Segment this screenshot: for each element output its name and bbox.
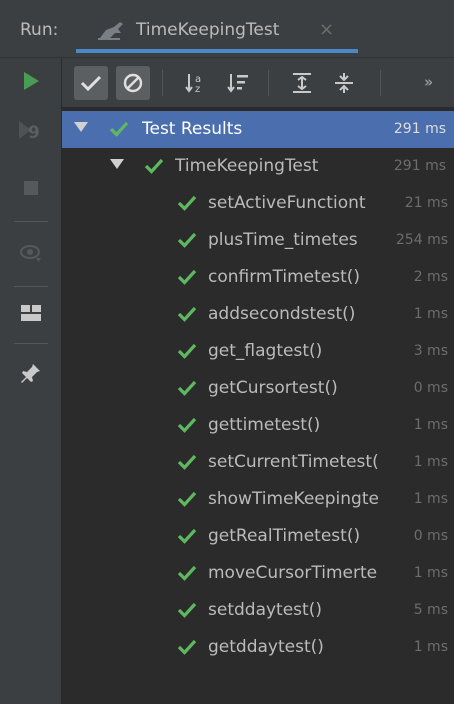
tree-row-test[interactable]: get_flagtest() 3 ms <box>62 333 454 370</box>
run-label: Run: <box>20 20 59 40</box>
duration-label: 2 ms <box>413 269 448 285</box>
tree-row-test[interactable]: setCurrentTimetest( 1 ms <box>62 444 454 481</box>
test-name-label: getRealTimetest() <box>208 526 361 546</box>
duration-label: 1 ms <box>413 417 448 433</box>
svg-text:9: 9 <box>28 123 40 143</box>
duration-label: 5 ms <box>413 602 448 618</box>
run-tool-window-header: Run: TimeKeepingTest × <box>0 0 454 58</box>
duration-label: 1 ms <box>413 565 448 581</box>
test-results-tree: Test Results 291 ms TimeKeepingTest 291 … <box>62 108 454 704</box>
test-name-label: showTimeKeepingte <box>208 489 379 509</box>
passed-check-icon <box>177 343 197 359</box>
passed-check-icon <box>177 565 197 581</box>
passed-check-icon <box>177 269 197 285</box>
sidebar-divider <box>14 286 48 287</box>
duration-label: 1 ms <box>413 639 448 655</box>
duration-label: 21 ms <box>404 195 448 211</box>
run-actions-sidebar: 9 <box>0 58 62 704</box>
show-passed-button[interactable] <box>74 66 108 100</box>
duration-label: 254 ms <box>395 232 448 248</box>
tab-timekeepingtest[interactable]: TimeKeepingTest × <box>76 8 358 56</box>
toolbar-divider <box>380 70 381 96</box>
test-name-label: getCursortest() <box>208 378 338 398</box>
passed-check-icon <box>109 121 129 137</box>
sort-by-duration-icon <box>227 74 248 93</box>
test-name-label: setCurrentTimetest( <box>208 452 379 472</box>
tree-row-suite[interactable]: TimeKeepingTest 291 ms <box>62 148 454 185</box>
tree-row-test[interactable]: gettimetest() 1 ms <box>62 407 454 444</box>
passed-check-icon <box>177 528 197 544</box>
show-ignored-icon <box>123 73 143 93</box>
tree-row-test[interactable]: getCursortest() 0 ms <box>62 370 454 407</box>
pin-icon[interactable] <box>16 358 46 388</box>
toolbar-divider <box>162 70 163 96</box>
passed-check-icon <box>177 491 197 507</box>
tab-active-indicator <box>76 49 358 53</box>
sidebar-divider <box>14 343 48 344</box>
sort-alphabetically-button[interactable]: a z <box>179 66 213 100</box>
test-name-label: addsecondstest() <box>208 304 356 324</box>
collapse-all-button[interactable] <box>327 66 361 100</box>
test-runner-icon <box>98 22 123 40</box>
passed-check-icon <box>177 454 197 470</box>
passed-check-icon <box>177 639 197 655</box>
tree-row-test[interactable]: moveCursorTimerte 1 ms <box>62 555 454 592</box>
close-icon[interactable]: × <box>319 19 334 40</box>
sort-alphabetically-icon: a z <box>185 74 201 95</box>
test-name-label: getddaytest() <box>208 637 324 657</box>
duration-label: 291 ms <box>393 121 446 137</box>
test-name-label: setddaytest() <box>208 600 322 620</box>
passed-check-icon <box>177 602 197 618</box>
tree-row-test[interactable]: plusTime_timetes 254 ms <box>62 222 454 259</box>
duration-label: 1 ms <box>413 491 448 507</box>
passed-check-icon <box>177 306 197 322</box>
duration-label: 1 ms <box>413 454 448 470</box>
stop-icon[interactable] <box>16 173 46 203</box>
sort-by-duration-button[interactable] <box>221 66 255 100</box>
test-name-label: plusTime_timetes <box>208 230 358 250</box>
collapse-arrow-icon[interactable] <box>110 159 124 169</box>
tree-row-test[interactable]: addsecondstest() 1 ms <box>62 296 454 333</box>
rerun-failed-icon[interactable]: 9 <box>16 115 46 145</box>
show-passed-icon <box>80 75 102 92</box>
test-name-label: get_flagtest() <box>208 341 323 361</box>
tree-row-label: Test Results <box>142 119 243 139</box>
tree-row-test[interactable]: showTimeKeepingte 1 ms <box>62 481 454 518</box>
toolbar-divider <box>268 70 269 96</box>
duration-label: 1 ms <box>413 306 448 322</box>
test-name-label: gettimetest() <box>208 415 321 435</box>
passed-check-icon <box>144 158 164 174</box>
svg-text:z: z <box>195 84 200 95</box>
tree-row-test[interactable]: confirmTimetest() 2 ms <box>62 259 454 296</box>
tree-row-test[interactable]: getddaytest() 1 ms <box>62 629 454 666</box>
duration-label: 0 ms <box>413 380 448 396</box>
test-name-label: setActiveFunctiont <box>208 193 366 213</box>
tree-row-test[interactable]: setActiveFunctiont 21 ms <box>62 185 454 222</box>
duration-label: 291 ms <box>393 158 446 174</box>
test-name-label: confirmTimetest() <box>208 267 360 287</box>
collapse-arrow-icon[interactable] <box>74 122 88 132</box>
passed-check-icon <box>177 417 197 433</box>
expand-all-button[interactable] <box>285 66 319 100</box>
toggle-autotest-icon[interactable] <box>16 238 46 268</box>
duration-label: 0 ms <box>413 528 448 544</box>
tree-row-label: TimeKeepingTest <box>175 156 319 176</box>
duration-label: 3 ms <box>413 343 448 359</box>
tree-row-test[interactable]: setddaytest() 5 ms <box>62 592 454 629</box>
tree-row-test-results[interactable]: Test Results 291 ms <box>62 111 454 148</box>
test-toolbar: a z » <box>62 58 454 108</box>
sidebar-divider <box>14 221 48 222</box>
expand-all-icon <box>293 73 311 93</box>
show-ignored-button[interactable] <box>116 66 150 100</box>
passed-check-icon <box>177 380 197 396</box>
test-name-label: moveCursorTimerte <box>208 563 378 583</box>
passed-check-icon <box>177 195 197 211</box>
rerun-icon[interactable] <box>16 66 46 96</box>
collapse-all-icon <box>335 73 353 93</box>
tree-row-test[interactable]: getRealTimetest() 0 ms <box>62 518 454 555</box>
tab-title: TimeKeepingTest <box>136 20 280 40</box>
passed-check-icon <box>177 232 197 248</box>
more-actions-icon[interactable]: » <box>424 73 433 91</box>
layout-icon[interactable] <box>16 298 46 328</box>
